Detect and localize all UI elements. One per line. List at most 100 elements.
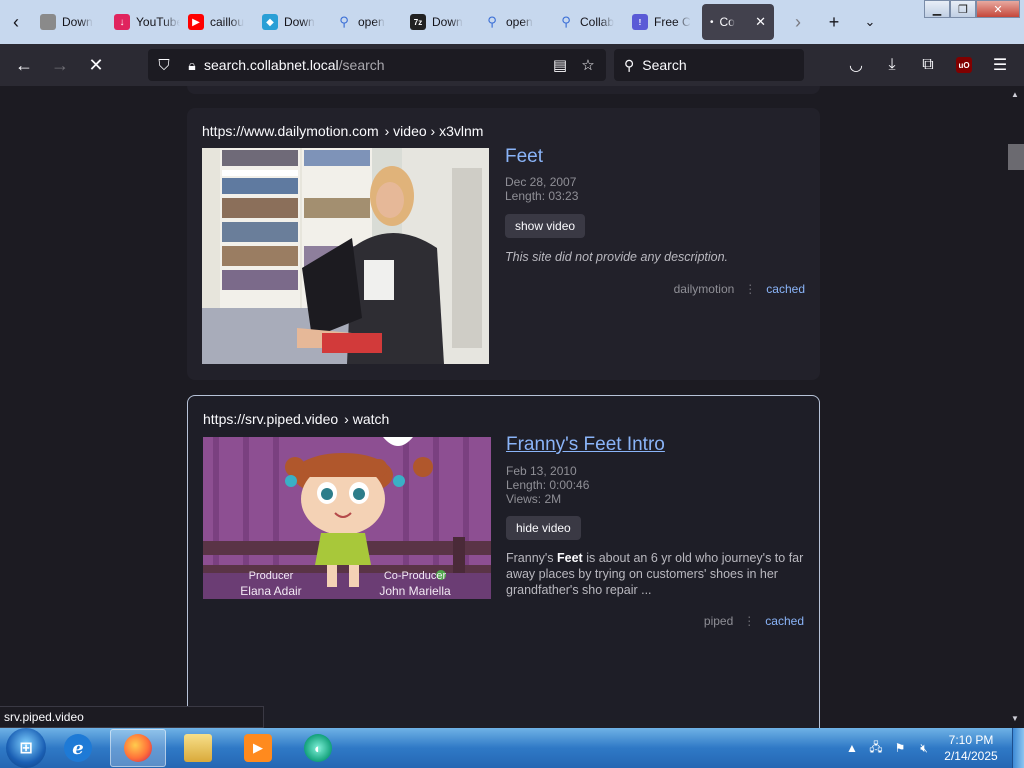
taskbar-media-player[interactable]: ▶ — [230, 729, 286, 767]
tab-5[interactable]: 7z Down — [402, 4, 476, 40]
result-meta: Feb 13, 2010 Length: 0:00:46 Views: 2M — [506, 464, 590, 506]
7zip-icon: 7z — [410, 14, 426, 30]
window-close-icon[interactable]: ✕ — [976, 0, 1020, 18]
maximize-icon[interactable]: ❐ — [950, 0, 976, 18]
video-thumbnail[interactable]: Producer Elana Adair Co-Producer John Ma… — [203, 437, 491, 599]
window-controls: ▁ ❐ ✕ — [924, 0, 1020, 18]
hide-video-button[interactable]: hide video — [506, 516, 581, 540]
page-scrollbar[interactable]: ▲ ▼ — [1008, 86, 1024, 728]
tab-scroll-right-icon[interactable]: › — [780, 4, 816, 40]
diamond-icon: ◆ — [262, 14, 278, 30]
internet-explorer-icon: e — [64, 734, 92, 762]
page-icon — [40, 14, 56, 30]
tab-active[interactable]: • Co ✕ — [702, 4, 774, 40]
menu-icon[interactable]: ☰ — [982, 49, 1018, 81]
kebab-icon: ⋮ — [743, 614, 756, 628]
bookmark-star-icon[interactable]: ☆ — [576, 56, 600, 74]
media-player-icon: ▶ — [244, 734, 272, 762]
cached-link[interactable]: cached — [766, 282, 805, 296]
taskbar-app[interactable]: ◐ — [290, 729, 346, 767]
tracking-shield-icon[interactable]: ⛉ — [148, 57, 180, 74]
minimize-icon[interactable]: ▁ — [924, 0, 950, 18]
url-text[interactable]: search.collabnet.local/search — [204, 57, 385, 73]
caption-producer-name: Elana Adair — [240, 584, 301, 598]
page-icon: ! — [632, 14, 648, 30]
lock-icon[interactable]: 🔒︎ — [180, 57, 204, 74]
engine-label: piped — [703, 614, 734, 628]
volume-muted-icon[interactable]: 🔇︎ — [912, 741, 936, 756]
search-icon: ⚲ — [624, 56, 635, 73]
cached-link[interactable]: cached — [765, 614, 804, 628]
caption-producer: Producer — [249, 570, 294, 582]
list-all-tabs-icon[interactable]: ⌄ — [852, 4, 888, 40]
download-icon: ↓ — [114, 14, 130, 30]
reader-view-icon[interactable]: ▤ — [548, 56, 572, 74]
search-icon: ⚲ — [339, 14, 349, 29]
result-card: https://srv.piped.video › watch Producer… — [187, 395, 820, 728]
start-button-icon[interactable]: ⊞ — [6, 728, 46, 768]
loading-dot-icon: • — [710, 16, 714, 28]
action-center-flag-icon[interactable]: ⚑ — [888, 741, 912, 755]
tab-4[interactable]: ⚲ open — [328, 4, 402, 40]
taskbar-explorer[interactable] — [170, 729, 226, 767]
tab-2[interactable]: ▶ caillou — [180, 4, 254, 40]
result-engines: piped ⋮ cached — [704, 614, 804, 628]
tab-scroll-left-icon[interactable]: ‹ — [0, 0, 32, 44]
result-url[interactable]: https://www.dailymotion.com › video › x3v… — [202, 123, 483, 139]
search-icon: ⚲ — [561, 14, 571, 29]
result-url[interactable]: https://srv.piped.video › watch — [203, 411, 389, 427]
scroll-down-icon[interactable]: ▼ — [1011, 714, 1019, 723]
scroll-up-icon[interactable]: ▲ — [1011, 90, 1019, 99]
firefox-icon — [124, 734, 152, 762]
tab-1[interactable]: ↓ YouTube — [106, 4, 180, 40]
ublock-icon[interactable]: uO — [946, 49, 982, 81]
page-content: https://www.dailymotion.com › video › x3v… — [0, 86, 1008, 728]
folder-icon — [184, 734, 212, 762]
tab-3[interactable]: ◆ Down — [254, 4, 328, 40]
caption-coproducer-name: John Mariella — [379, 584, 451, 598]
nav-bar: ← → ✕ ⛉ 🔒︎ search.collabnet.local/search… — [0, 44, 1024, 86]
engine-label: dailymotion — [673, 282, 735, 296]
tab-8[interactable]: ! Free C — [624, 4, 698, 40]
youtube-icon: ▶ — [188, 14, 204, 30]
video-thumbnail[interactable] — [202, 148, 489, 364]
result-description: This site did not provide any descriptio… — [505, 250, 729, 264]
pocket-icon[interactable]: ◡ — [838, 49, 874, 81]
taskbar-ie[interactable]: e — [50, 729, 106, 767]
url-bar[interactable]: ⛉ 🔒︎ search.collabnet.local/search ▤ ☆ — [148, 49, 606, 81]
result-meta: Dec 28, 2007 Length: 03:23 — [505, 175, 579, 203]
close-tab-icon[interactable]: ✕ — [755, 14, 766, 30]
kebab-icon: ⋮ — [744, 282, 757, 296]
downloads-icon[interactable]: ⤓ — [874, 49, 910, 81]
search-bar[interactable]: ⚲ Search — [614, 49, 804, 81]
result-card: https://www.dailymotion.com › video › x3v… — [187, 108, 820, 380]
tab-6[interactable]: ⚲ open — [476, 4, 550, 40]
result-title-link[interactable]: Feet — [505, 146, 543, 168]
result-engines: dailymotion ⋮ cached — [674, 282, 805, 296]
taskbar-firefox[interactable] — [110, 729, 166, 767]
network-icon[interactable]: 🖧︎ — [864, 738, 888, 759]
back-icon[interactable]: ← — [6, 49, 42, 81]
result-description: Franny's Feet is about an 6 yr old who j… — [506, 551, 804, 597]
tray-expand-icon[interactable]: ▲ — [840, 741, 864, 755]
stop-loading-icon[interactable]: ✕ — [78, 49, 114, 81]
show-desktop-button[interactable] — [1012, 728, 1024, 768]
taskbar: ⊞ e ▶ ◐ ▲ 🖧︎ ⚑ 🔇︎ 7:10 PM 2/14/2025 — [0, 728, 1024, 768]
previous-result-card — [187, 86, 820, 94]
clock[interactable]: 7:10 PM 2/14/2025 — [936, 732, 1006, 764]
link-status-bar: srv.piped.video — [0, 706, 264, 728]
new-tab-icon[interactable]: + — [816, 4, 852, 40]
scrollbar-thumb[interactable] — [1008, 144, 1024, 170]
app-swirl-icon: ◐ — [304, 734, 332, 762]
caption-coproducer: Co-Producer — [384, 570, 447, 582]
system-tray: ▲ 🖧︎ ⚑ 🔇︎ 7:10 PM 2/14/2025 — [840, 728, 1024, 768]
tab-7[interactable]: ⚲ Collab — [550, 4, 624, 40]
search-icon: ⚲ — [487, 14, 497, 29]
extensions-icon[interactable]: ⧉ — [910, 49, 946, 81]
show-video-button[interactable]: show video — [505, 214, 586, 238]
tab-0[interactable]: Down — [32, 4, 106, 40]
forward-icon[interactable]: → — [42, 49, 78, 81]
tab-strip: ‹ Down ↓ YouTube ▶ caillou ◆ Down ⚲ open… — [0, 0, 1024, 44]
result-title-link[interactable]: Franny's Feet Intro — [506, 434, 665, 456]
search-placeholder: Search — [642, 57, 687, 73]
